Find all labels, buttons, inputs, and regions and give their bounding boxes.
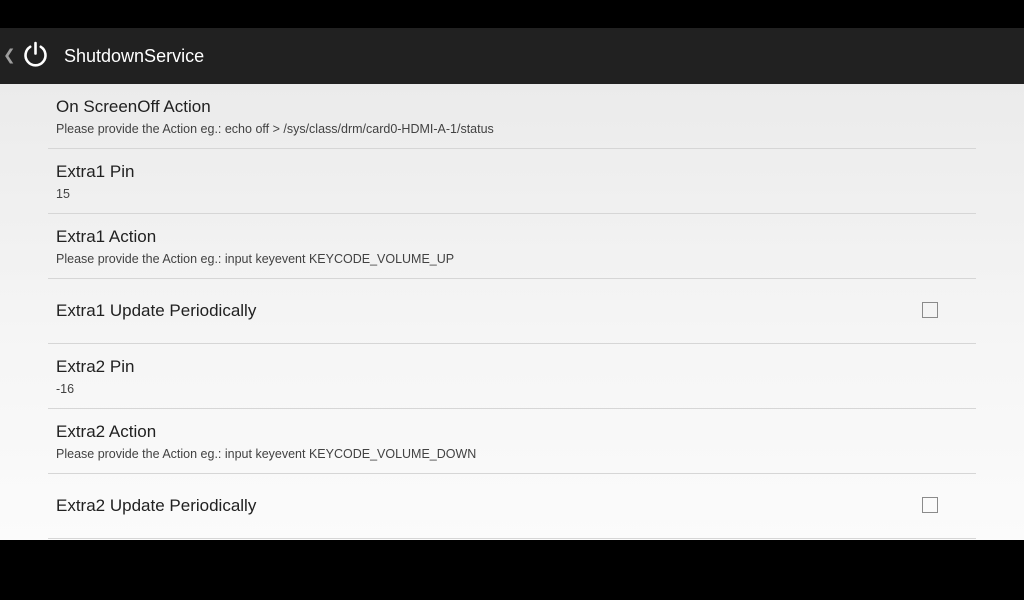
preference-list: On ScreenOff Action Please provide the A… (48, 84, 976, 539)
pref-summary: Please provide the Action eg.: input key… (56, 447, 477, 461)
navigation-bar (0, 540, 1024, 600)
preference-screen[interactable]: On ScreenOff Action Please provide the A… (0, 84, 1024, 540)
pref-summary: Please provide the Action eg.: echo off … (56, 122, 494, 136)
pref-title: Extra2 Action (56, 422, 157, 441)
pref-summary: Please provide the Action eg.: input key… (56, 252, 455, 266)
app-title: ShutdownService (64, 46, 205, 66)
pref-title: Extra2 Pin (56, 357, 135, 376)
pref-title: On ScreenOff Action (56, 97, 211, 116)
extra2-update-checkbox[interactable] (922, 497, 938, 513)
pref-extra1-update-periodically[interactable]: Extra1 Update Periodically (48, 279, 976, 344)
pref-extra1-action[interactable]: Extra1 Action Please provide the Action … (48, 214, 976, 279)
pref-title: Extra2 Update Periodically (56, 496, 257, 515)
status-bar (0, 0, 1024, 28)
chevron-left-icon[interactable]: ❮ (3, 46, 16, 66)
pref-title: Extra1 Pin (56, 162, 135, 181)
pref-extra2-action[interactable]: Extra2 Action Please provide the Action … (48, 409, 976, 474)
pref-extra1-pin[interactable]: Extra1 Pin 15 (48, 149, 976, 214)
pref-summary: -16 (56, 382, 75, 396)
pref-on-screenoff-action[interactable]: On ScreenOff Action Please provide the A… (48, 84, 976, 149)
power-icon[interactable] (22, 40, 49, 68)
pref-title: Extra1 Update Periodically (56, 301, 257, 320)
pref-extra2-update-periodically[interactable]: Extra2 Update Periodically (48, 474, 976, 539)
extra1-update-checkbox[interactable] (922, 302, 938, 318)
pref-summary: 15 (56, 187, 70, 201)
pref-extra2-pin[interactable]: Extra2 Pin -16 (48, 344, 976, 409)
pref-title: Extra1 Action (56, 227, 157, 246)
action-bar: ❮ ShutdownService (0, 28, 1024, 84)
